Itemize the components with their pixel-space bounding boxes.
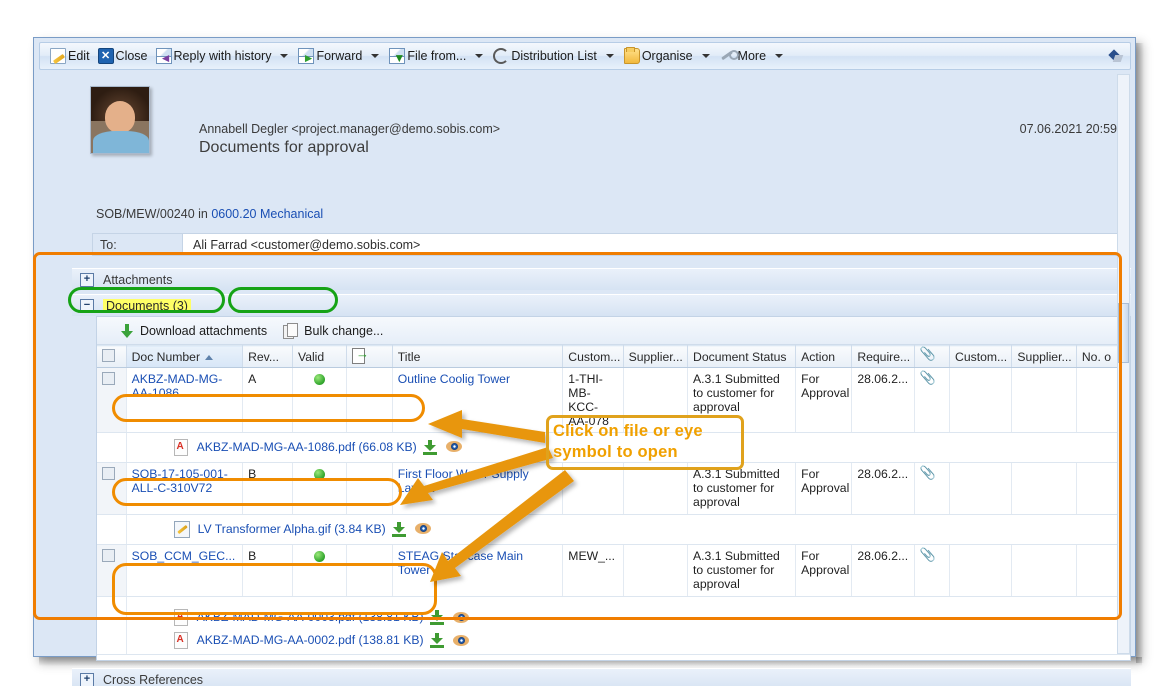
annotation-arrows	[0, 0, 1160, 686]
screenshot-root: Edit ✕ Close ◄ Reply with history ► Forw…	[0, 0, 1160, 686]
